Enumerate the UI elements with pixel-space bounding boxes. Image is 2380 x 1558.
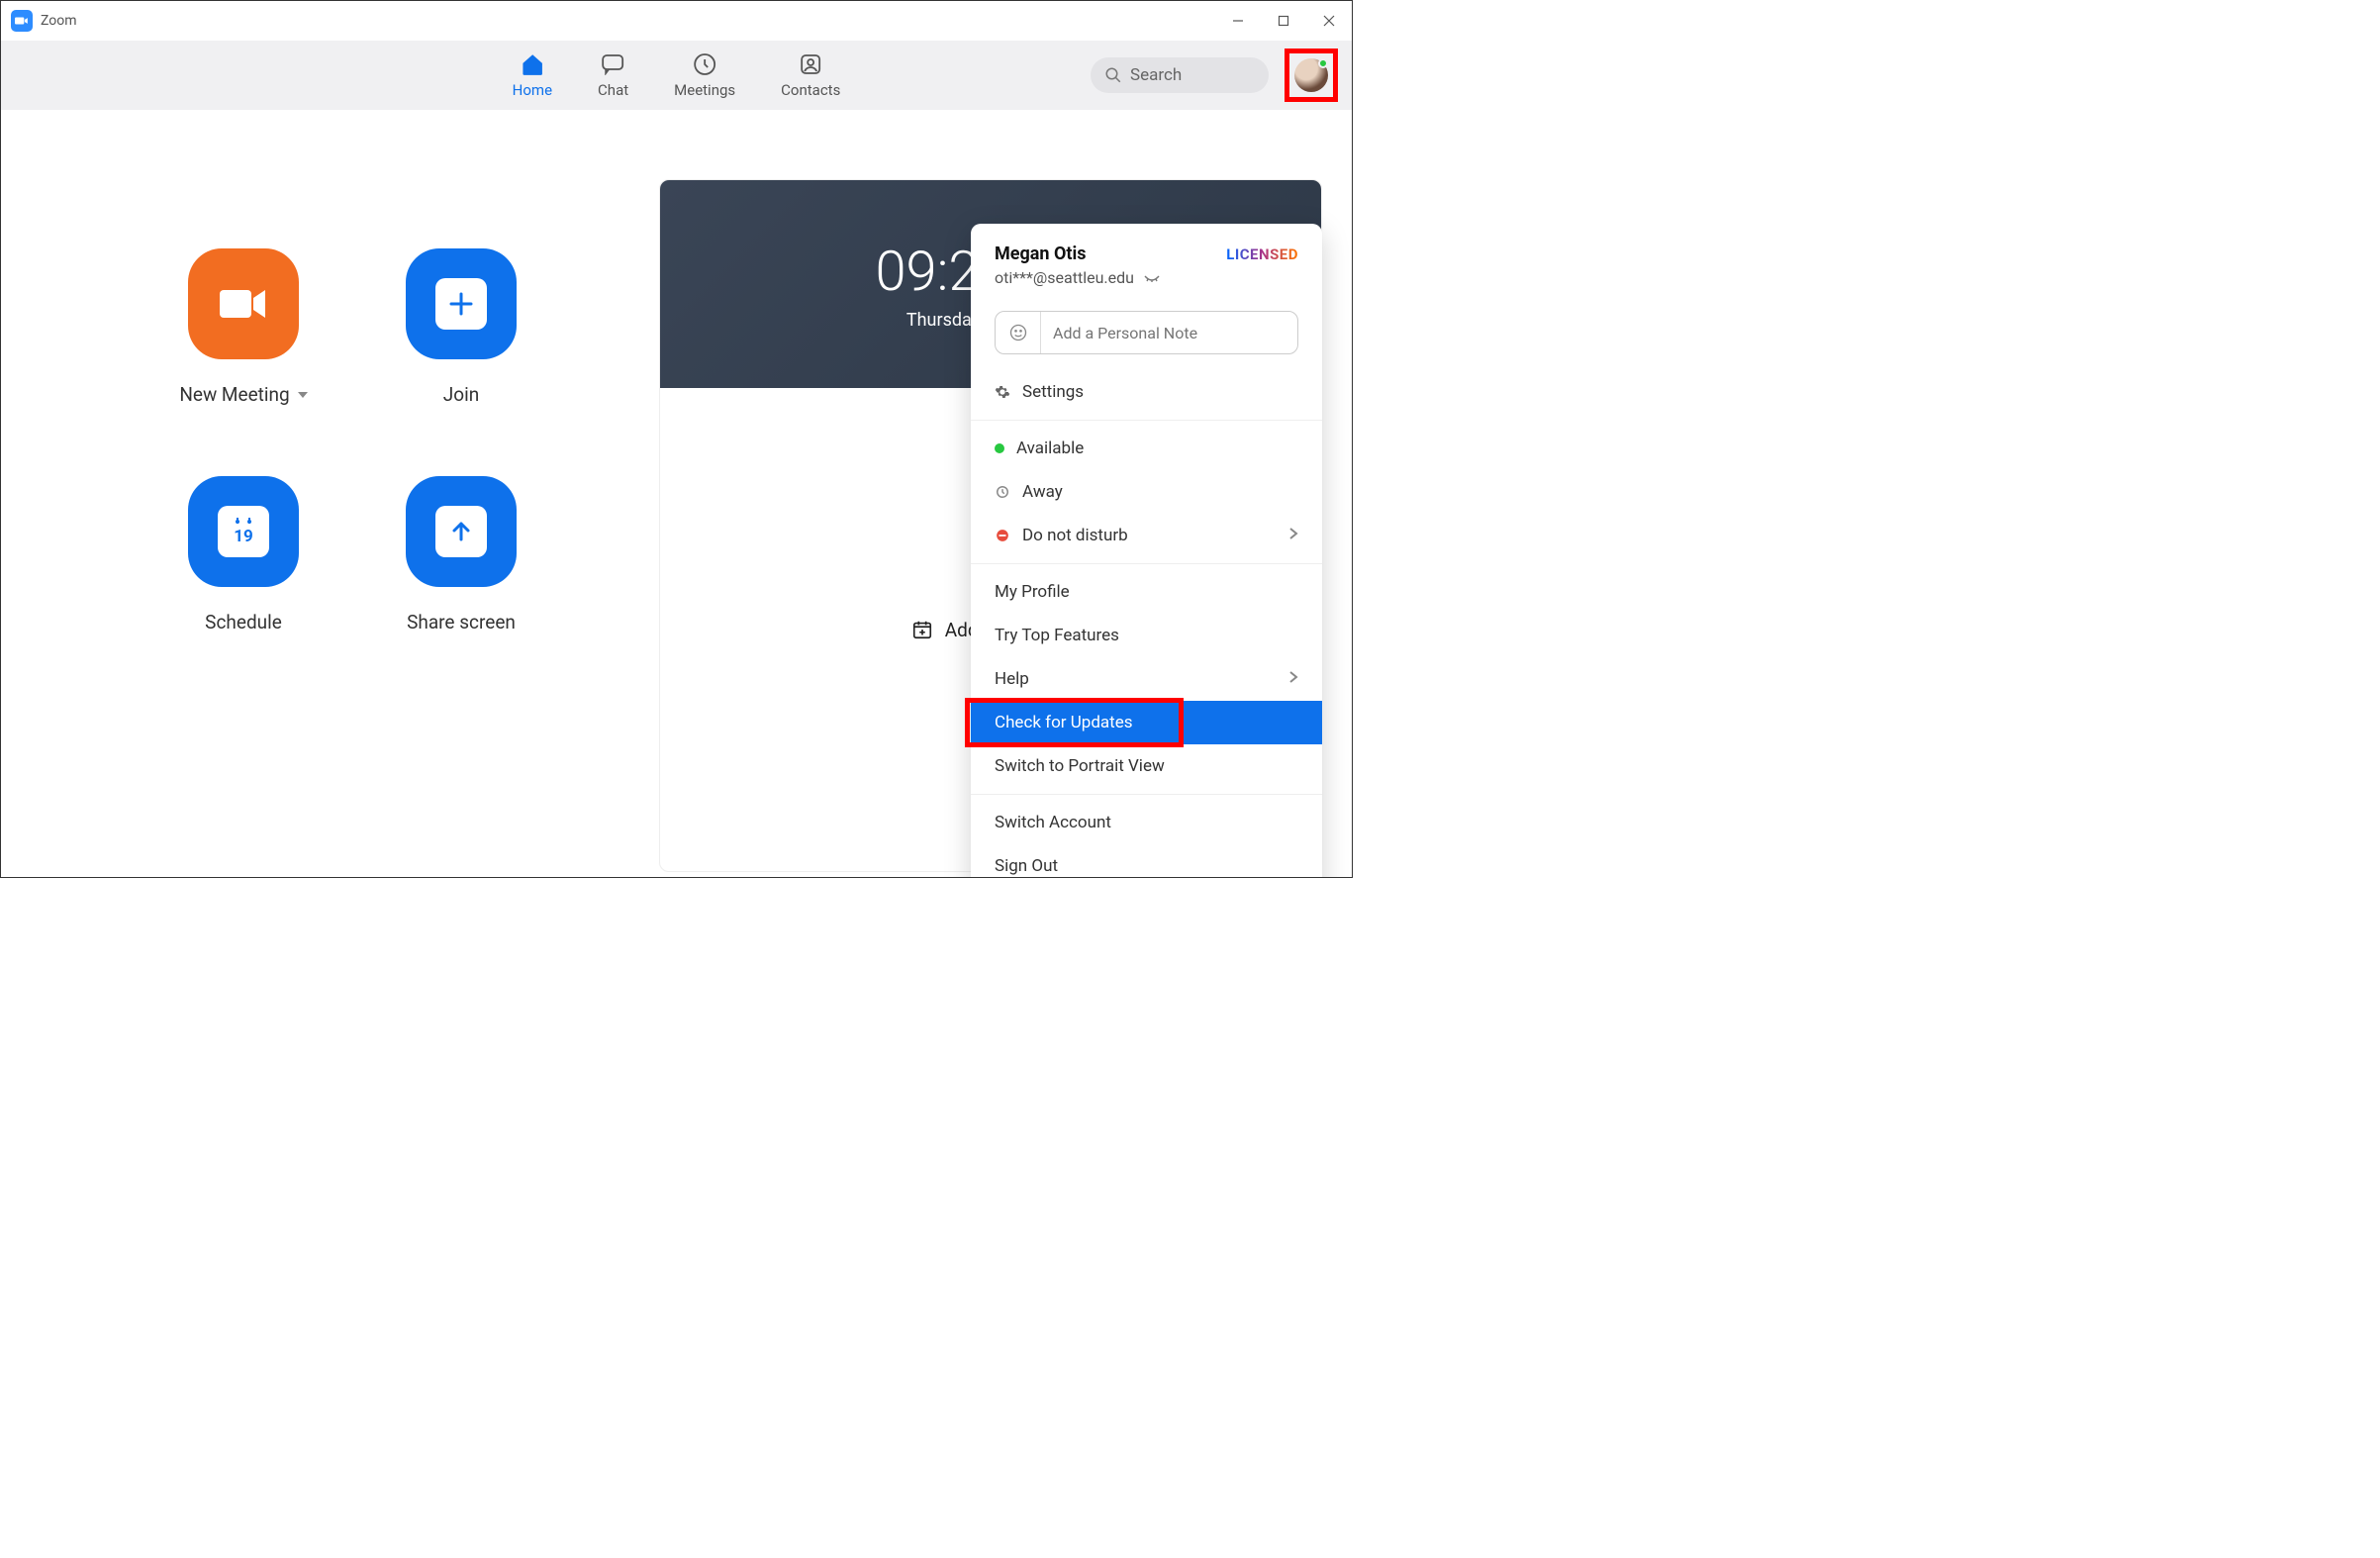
- menu-settings[interactable]: Settings: [971, 370, 1322, 414]
- profile-avatar[interactable]: [1294, 58, 1328, 92]
- menu-switch-account-label: Switch Account: [995, 813, 1111, 832]
- share-screen-label: Share screen: [407, 611, 516, 633]
- tile-join: Join: [367, 248, 555, 456]
- menu-away[interactable]: Away: [971, 470, 1322, 514]
- gear-icon: [995, 384, 1010, 400]
- smiley-icon: [996, 312, 1041, 353]
- menu-my-profile-label: My Profile: [995, 582, 1070, 602]
- nav-bar: Home Chat Meetings Contacts: [1, 41, 1352, 110]
- search-placeholder: Search: [1130, 65, 1182, 85]
- tab-home-label: Home: [513, 81, 552, 99]
- menu-dnd-label: Do not disturb: [1022, 526, 1128, 545]
- close-button[interactable]: [1306, 1, 1352, 41]
- maximize-button[interactable]: [1261, 1, 1306, 41]
- menu-separator: [971, 420, 1322, 421]
- personal-note-field[interactable]: [1041, 324, 1297, 342]
- chevron-down-icon[interactable]: [298, 392, 308, 398]
- minimize-button[interactable]: [1215, 1, 1261, 41]
- license-badge: LICENSED: [1226, 245, 1298, 263]
- menu-separator: [971, 563, 1322, 564]
- status-away-icon: [995, 484, 1010, 500]
- tile-share-screen: Share screen: [367, 476, 555, 684]
- menu-portrait-label: Switch to Portrait View: [995, 756, 1165, 776]
- menu-top-features[interactable]: Try Top Features: [971, 614, 1322, 657]
- zoom-logo-icon: [11, 10, 33, 32]
- tile-schedule: 19 Schedule: [149, 476, 337, 684]
- tab-home[interactable]: Home: [513, 51, 552, 99]
- search-icon: [1104, 66, 1122, 84]
- menu-dnd[interactable]: Do not disturb: [971, 514, 1322, 557]
- menu-help-label: Help: [995, 669, 1029, 689]
- profile-avatar-highlight: [1285, 49, 1338, 102]
- tab-meetings-label: Meetings: [674, 81, 735, 99]
- menu-available[interactable]: Available: [971, 427, 1322, 470]
- join-button[interactable]: [406, 248, 517, 359]
- video-icon: [216, 284, 271, 324]
- clock-icon: [692, 51, 717, 77]
- plus-icon: [435, 278, 487, 330]
- nav-tabs: Home Chat Meetings Contacts: [513, 51, 841, 99]
- menu-away-label: Away: [1022, 482, 1063, 502]
- tab-meetings[interactable]: Meetings: [674, 51, 735, 99]
- main-content: New Meeting Join 19 Schedule: [1, 110, 1352, 877]
- profile-header: Megan Otis LICENSED oti***@seattleu.edu: [971, 243, 1322, 295]
- menu-sign-out[interactable]: Sign Out: [971, 844, 1322, 878]
- menu-available-label: Available: [1016, 438, 1084, 458]
- menu-switch-account[interactable]: Switch Account: [971, 801, 1322, 844]
- calendar-icon: 19: [218, 506, 269, 557]
- search-input[interactable]: Search: [1091, 57, 1269, 93]
- tab-chat[interactable]: Chat: [598, 51, 628, 99]
- schedule-button[interactable]: 19: [188, 476, 299, 587]
- menu-check-updates-label: Check for Updates: [995, 713, 1133, 732]
- menu-my-profile[interactable]: My Profile: [971, 570, 1322, 614]
- window-controls: [1215, 1, 1352, 41]
- status-dnd-icon: [995, 528, 1010, 543]
- action-tiles: New Meeting Join 19 Schedule: [149, 248, 555, 684]
- new-meeting-button[interactable]: [188, 248, 299, 359]
- menu-settings-label: Settings: [1022, 382, 1084, 402]
- app-window: Zoom Home Chat: [0, 0, 1353, 878]
- home-icon: [520, 51, 545, 77]
- menu-separator: [971, 794, 1322, 795]
- chevron-right-icon: [1288, 526, 1298, 545]
- status-available-icon: [995, 443, 1004, 453]
- tile-new-meeting: New Meeting: [149, 248, 337, 456]
- chat-icon: [601, 51, 626, 77]
- share-screen-button[interactable]: [406, 476, 517, 587]
- arrow-up-icon: [435, 506, 487, 557]
- profile-email: oti***@seattleu.edu: [995, 268, 1134, 287]
- menu-sign-out-label: Sign Out: [995, 856, 1058, 876]
- tab-contacts-label: Contacts: [781, 81, 840, 99]
- chevron-right-icon: [1288, 669, 1298, 689]
- menu-help[interactable]: Help: [971, 657, 1322, 701]
- calendar-add-icon: [911, 619, 933, 640]
- tab-contacts[interactable]: Contacts: [781, 51, 840, 99]
- new-meeting-label: New Meeting: [179, 383, 289, 406]
- menu-portrait-view[interactable]: Switch to Portrait View: [971, 744, 1322, 788]
- profile-name: Megan Otis: [995, 243, 1086, 264]
- title-bar: Zoom: [1, 1, 1352, 41]
- presence-dot: [1318, 58, 1328, 68]
- menu-top-features-label: Try Top Features: [995, 626, 1119, 645]
- personal-note-input[interactable]: [995, 311, 1298, 354]
- schedule-label: Schedule: [205, 611, 282, 633]
- tab-chat-label: Chat: [598, 81, 628, 99]
- profile-menu: Megan Otis LICENSED oti***@seattleu.edu: [971, 224, 1322, 878]
- eye-closed-icon[interactable]: [1144, 273, 1160, 283]
- contacts-icon: [798, 51, 823, 77]
- menu-check-updates[interactable]: Check for Updates: [971, 701, 1322, 744]
- window-title: Zoom: [41, 13, 77, 29]
- svg-text:19: 19: [234, 527, 253, 546]
- join-label: Join: [443, 383, 479, 406]
